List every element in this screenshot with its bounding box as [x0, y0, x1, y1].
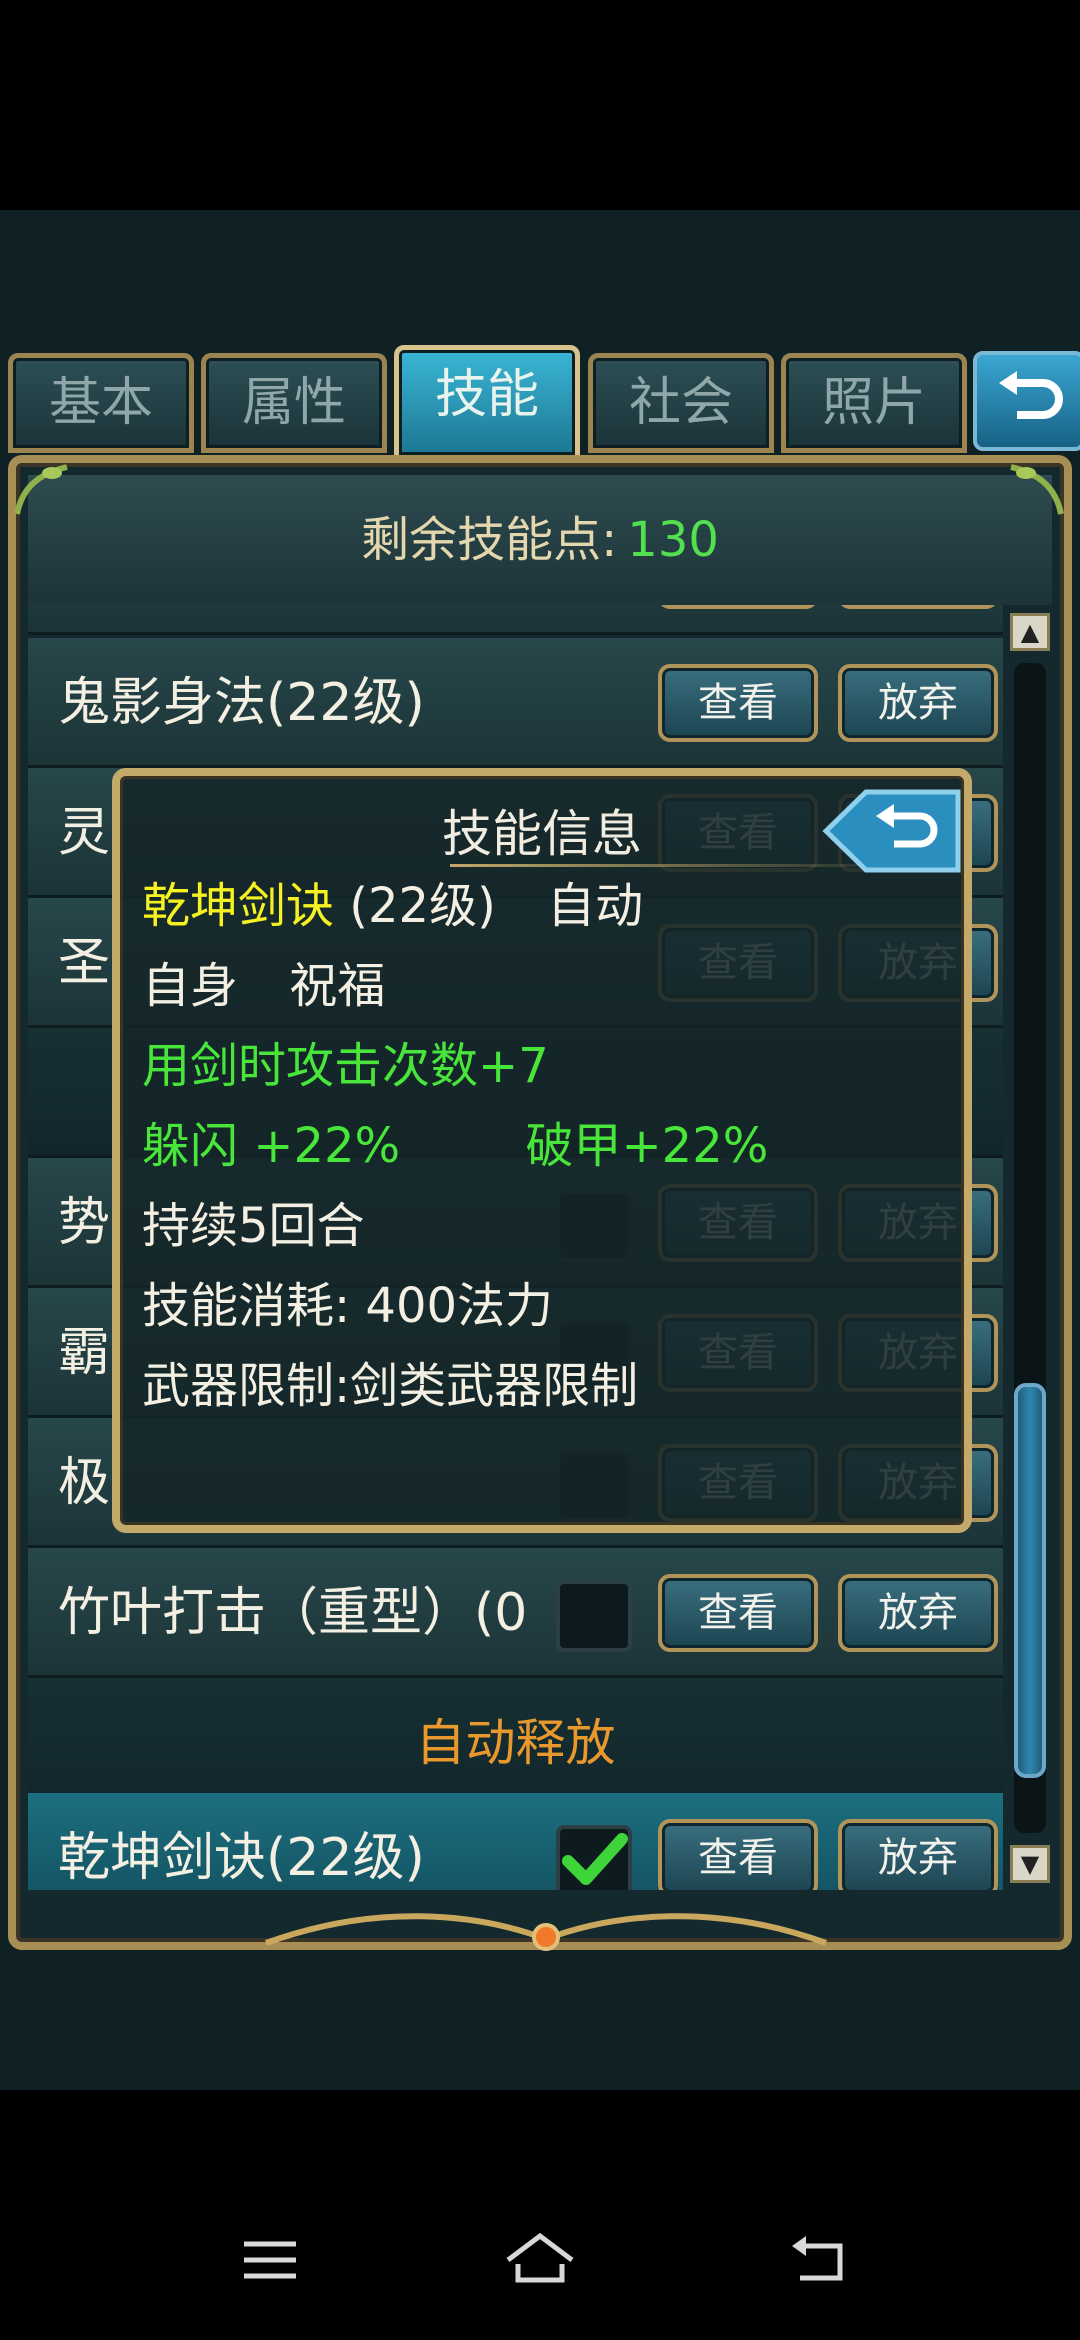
skill-duration: 持续5回合 — [142, 1198, 365, 1254]
view-button[interactable]: 查看 — [658, 605, 818, 609]
skill-target: 自身 — [142, 958, 239, 1014]
abandon-button[interactable]: 放弃 — [838, 605, 998, 609]
tab-attributes[interactable]: 属性 — [201, 353, 387, 453]
view-button[interactable]: 查看 — [658, 1819, 818, 1890]
system-nav-bar — [0, 2180, 1080, 2340]
list-item[interactable]: 竹叶打击（重型）(0 查看 放弃 — [28, 1548, 1003, 1678]
list-item[interactable]: 查看 放弃 — [28, 605, 1003, 635]
tab-photos[interactable]: 照片 — [781, 353, 967, 453]
back-icon[interactable] — [780, 2220, 860, 2300]
list-item-selected[interactable]: 乾坤剑诀(22级) 1 查看 放弃 — [28, 1793, 1003, 1890]
abandon-button[interactable]: 放弃 — [838, 1819, 998, 1890]
scroll-down-button[interactable]: ▼ — [1010, 1845, 1050, 1883]
list-item[interactable]: 鬼影身法(22级) 查看 放弃 — [28, 638, 1003, 768]
popup-close-button[interactable] — [822, 788, 962, 874]
auto-cast-checkbox[interactable] — [556, 1580, 632, 1652]
menu-icon[interactable] — [230, 2220, 310, 2300]
skill-name: 竹叶打击（重型）(0 — [58, 1583, 528, 1643]
tab-basic[interactable]: 基本 — [8, 353, 194, 453]
section-header: 自动释放 — [28, 1678, 1003, 1808]
checkmark-icon — [562, 1833, 628, 1885]
return-arrow-icon — [999, 371, 1063, 419]
gold-ornament-icon — [264, 1913, 828, 1951]
scroll-up-button[interactable]: ▲ — [1010, 613, 1050, 651]
skill-name: 霸 — [58, 1323, 111, 1383]
skill-name: 乾坤剑诀 — [142, 878, 335, 934]
auto-cast-checkbox[interactable]: 1 — [556, 1825, 632, 1890]
tab-skills[interactable]: 技能 — [394, 345, 580, 460]
skill-name: 极 — [58, 1453, 111, 1513]
skill-effect: 躲闪 +22% — [142, 1118, 401, 1174]
view-button[interactable]: 查看 — [658, 1574, 818, 1652]
back-button[interactable] — [973, 351, 1080, 451]
skill-points-label: 剩余技能点: — [361, 512, 618, 568]
vine-ornament-icon — [14, 464, 68, 515]
tab-bar: 基本 属性 技能 社会 照片 — [8, 345, 1080, 460]
abandon-button[interactable]: 放弃 — [838, 1574, 998, 1652]
abandon-button[interactable]: 放弃 — [838, 664, 998, 742]
skill-name: 鬼影身法(22级) — [58, 673, 425, 733]
skill-name: 灵 — [58, 803, 111, 863]
tab-social[interactable]: 社会 — [588, 353, 774, 453]
skill-name: 圣 — [58, 933, 111, 993]
skill-info-popup: 技能信息 乾坤剑诀 (22级) 自动 自身 祝福 用剑时攻击次数+7 躲闪 +2… — [112, 768, 972, 1533]
skill-mode: 自动 — [547, 878, 644, 934]
view-button[interactable]: 查看 — [658, 664, 818, 742]
skill-points-bar: 剩余技能点: 130 — [28, 475, 1052, 605]
skill-points-value: 130 — [627, 512, 719, 568]
vine-ornament-icon — [1010, 464, 1064, 515]
skill-cost: 技能消耗: 400法力 — [142, 1278, 554, 1334]
skill-effect: 用剑时攻击次数+7 — [142, 1038, 549, 1094]
section-header-label: 自动释放 — [415, 1714, 616, 1772]
skill-name: 乾坤剑诀(22级) — [58, 1828, 425, 1888]
scrollbar-thumb[interactable] — [1014, 1383, 1046, 1778]
skill-type: 祝福 — [289, 958, 386, 1014]
scrollbar[interactable]: ▲ ▼ — [1006, 613, 1054, 1883]
skill-effect: 破甲+22% — [525, 1118, 769, 1174]
skill-details: 乾坤剑诀 (22级) 自动 自身 祝福 用剑时攻击次数+7 躲闪 +22% 破甲… — [142, 866, 942, 1426]
skill-name: 势 — [58, 1193, 111, 1253]
return-arrow-icon — [822, 789, 961, 873]
weapon-restriction: 武器限制:剑类武器限制 — [142, 1358, 639, 1414]
skill-level: (22级) — [349, 878, 496, 934]
home-icon[interactable] — [500, 2220, 580, 2300]
